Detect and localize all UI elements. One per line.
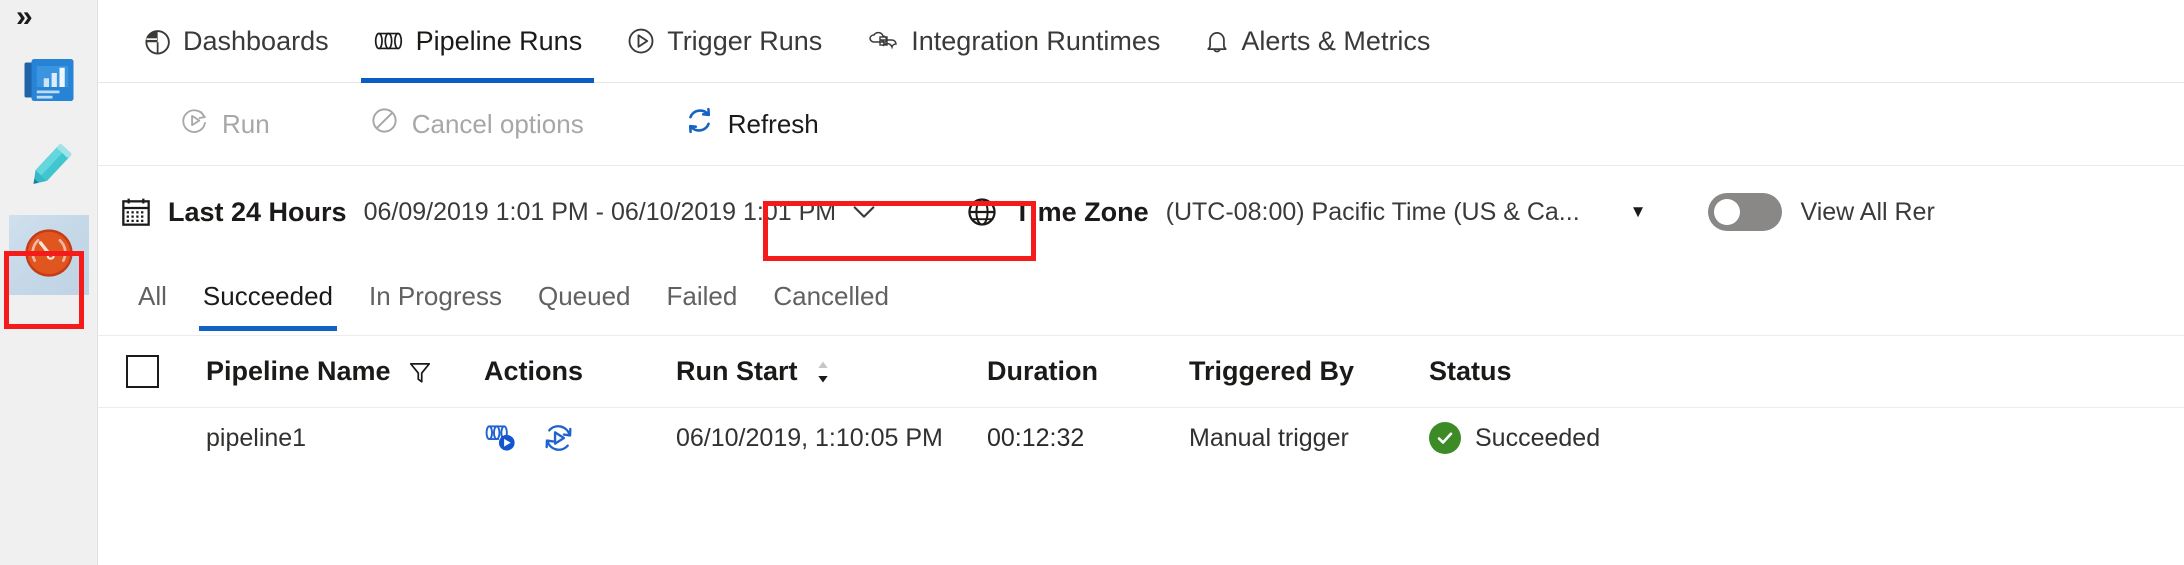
run-start-value: 06/10/2019, 1:10:05 PM [676, 423, 943, 452]
status-filter-tabs: All Succeeded In Progress Queued Failed … [98, 258, 2184, 336]
calendar-icon [120, 196, 152, 228]
cell-actions [474, 422, 654, 454]
play-circle-icon [626, 26, 656, 56]
timezone-label: Time Zone [1014, 196, 1149, 227]
column-duration: Duration [964, 356, 1169, 387]
refresh-button[interactable]: Refresh [660, 96, 843, 152]
cell-triggered-by: Manual trigger [1169, 424, 1409, 453]
column-triggered-by: Triggered By [1169, 356, 1409, 387]
tab-dashboards[interactable]: Dashboards [120, 0, 351, 83]
rail-item-dashboard[interactable] [9, 42, 89, 122]
duration-value: 00:12:32 [987, 423, 1085, 452]
author-pencil-icon [21, 138, 77, 199]
status-filter-cancelled[interactable]: Cancelled [755, 263, 907, 331]
status-filter-queued[interactable]: Queued [520, 263, 649, 331]
cell-run-start: 06/10/2019, 1:10:05 PM [654, 424, 964, 453]
status-badge: Succeeded [1429, 422, 1600, 454]
cell-pipeline-name: pipeline1 [184, 424, 474, 453]
status-filter-failed[interactable]: Failed [649, 263, 756, 331]
table-row[interactable]: pipeline1 06/10/2019, 1:10:05 PM 00:12:3… [98, 408, 2184, 468]
view-all-reruns-label: View All Rer [1800, 197, 1935, 226]
section-tabs: Dashboards Pipeline Runs Trigger Runs In… [98, 0, 2184, 83]
column-status: Status [1409, 356, 1669, 387]
filter-icon[interactable] [407, 359, 433, 385]
view-activity-runs-icon[interactable] [484, 422, 520, 454]
globe-icon [966, 196, 998, 228]
timezone-caret-down-icon[interactable]: ▼ [1630, 202, 1647, 222]
tab-trigger-runs[interactable]: Trigger Runs [604, 0, 844, 83]
table-header-row: Pipeline Name Actions Run Start Duration… [98, 336, 2184, 408]
select-all-checkbox[interactable] [126, 355, 159, 388]
rail-item-monitor[interactable] [9, 215, 89, 295]
tab-label: Trigger Runs [667, 25, 823, 56]
status-filter-all[interactable]: All [120, 263, 185, 331]
column-pipeline-name[interactable]: Pipeline Name [184, 356, 474, 387]
row-action-icons [484, 422, 575, 454]
cell-status: Succeeded [1409, 422, 1669, 454]
refresh-icon [684, 105, 715, 143]
pipeline-runs-monitor-page: » Dashboards Pipeline Runs Trigger Runs … [0, 0, 2184, 565]
rerun-icon[interactable] [542, 422, 575, 454]
tab-label: Alerts & Metrics [1241, 25, 1431, 56]
toggle-knob [1714, 199, 1741, 225]
filter-bar: Last 24 Hours 06/09/2019 1:01 PM - 06/10… [98, 166, 2184, 258]
main-content: Dashboards Pipeline Runs Trigger Runs In… [98, 0, 2184, 565]
view-all-reruns-toggle[interactable] [1708, 193, 1783, 231]
command-bar: Run Cancel options Refresh [98, 83, 2184, 261]
pipeline-icon [373, 26, 405, 56]
cancel-options-button[interactable]: Cancel options [346, 96, 608, 152]
left-rail: » [0, 0, 98, 565]
date-range-chevron-down-icon[interactable] [850, 202, 878, 222]
run-label: Run [222, 108, 270, 139]
success-check-icon [1429, 422, 1461, 454]
cancel-icon [370, 106, 399, 142]
column-run-start[interactable]: Run Start [654, 356, 964, 387]
date-range-filter[interactable]: Last 24 Hours 06/09/2019 1:01 PM - 06/10… [120, 196, 878, 228]
column-header-label: Run Start [676, 356, 798, 386]
column-header-label: Pipeline Name [206, 356, 391, 386]
column-header-label: Triggered By [1189, 356, 1355, 386]
rail-item-author[interactable] [9, 128, 89, 208]
triggered-by-value: Manual trigger [1189, 423, 1349, 452]
run-button[interactable]: Run [156, 96, 294, 152]
column-actions: Actions [474, 356, 654, 387]
pie-chart-icon [142, 26, 172, 56]
timezone-value: (UTC-08:00) Pacific Time (US & Ca... [1165, 197, 1580, 226]
run-icon [180, 106, 209, 142]
monitor-gauge-icon [22, 226, 76, 285]
status-filter-in-progress[interactable]: In Progress [351, 263, 520, 331]
tab-label: Pipeline Runs [415, 25, 583, 56]
tab-integration-runtimes[interactable]: Integration Runtimes [844, 0, 1182, 83]
select-all-cell [98, 355, 184, 388]
status-filter-succeeded[interactable]: Succeeded [185, 263, 351, 331]
cancel-options-label: Cancel options [411, 108, 584, 139]
pipeline-name-value: pipeline1 [206, 423, 307, 452]
bell-icon [1204, 26, 1230, 56]
sort-descending-icon[interactable] [814, 358, 832, 386]
integration-runtime-icon [866, 28, 900, 54]
pipeline-runs-table: Pipeline Name Actions Run Start Duration… [98, 336, 2184, 468]
column-header-label: Actions [484, 356, 584, 386]
tab-pipeline-runs[interactable]: Pipeline Runs [351, 0, 605, 83]
expand-rail-chevron-icon[interactable]: » [16, 2, 33, 32]
column-header-label: Duration [987, 356, 1098, 386]
column-header-label: Status [1429, 356, 1512, 386]
cell-duration: 00:12:32 [964, 424, 1169, 453]
monitor-dashboard-icon [21, 52, 77, 113]
timezone-filter[interactable]: Time Zone (UTC-08:00) Pacific Time (US &… [966, 196, 1646, 228]
tab-label: Dashboards [183, 25, 329, 56]
date-range-label: Last 24 Hours [168, 196, 347, 227]
status-value: Succeeded [1475, 423, 1601, 452]
date-range-value: 06/09/2019 1:01 PM - 06/10/2019 1:01 PM [363, 197, 837, 226]
tab-alerts-metrics[interactable]: Alerts & Metrics [1182, 0, 1452, 83]
refresh-label: Refresh [727, 108, 819, 139]
tab-label: Integration Runtimes [911, 25, 1161, 56]
